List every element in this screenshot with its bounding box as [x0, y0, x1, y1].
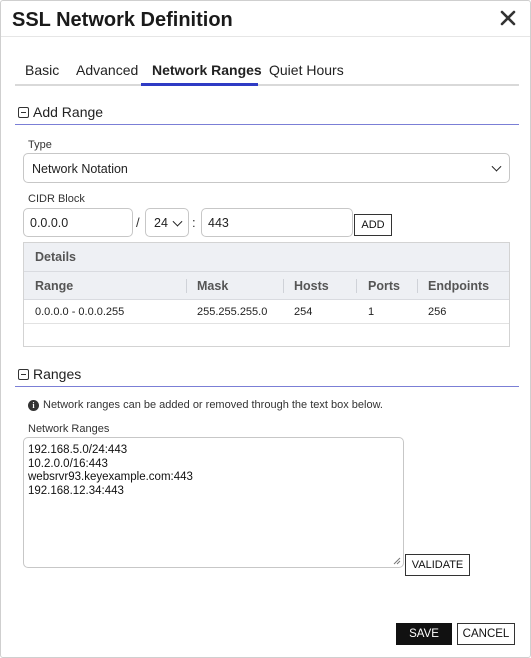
- cell-ports: 1: [368, 306, 375, 318]
- details-table: Details Range Mask Hosts Ports Endpoints…: [23, 242, 510, 347]
- close-button[interactable]: [500, 7, 520, 29]
- tab-quiet-hours[interactable]: Quiet Hours: [269, 62, 344, 78]
- table-row: 0.0.0.0 - 0.0.0.255 255.255.255.0 254 1 …: [24, 300, 509, 324]
- close-icon: [500, 10, 516, 26]
- collapse-icon[interactable]: [18, 107, 29, 118]
- range-line: 192.168.5.0/24:443: [28, 444, 128, 456]
- tab-bar: Basic Advanced Network Ranges Quiet Hour…: [15, 56, 519, 86]
- details-header-row: Range Mask Hosts Ports Endpoints: [24, 272, 509, 300]
- type-label: Type: [28, 139, 52, 151]
- save-button[interactable]: SAVE: [396, 623, 452, 645]
- column-divider: [356, 279, 357, 293]
- validate-button[interactable]: VALIDATE: [405, 554, 470, 576]
- resize-grip-icon[interactable]: [393, 557, 401, 565]
- chevron-down-icon: [172, 216, 183, 227]
- collapse-icon[interactable]: [18, 369, 29, 380]
- range-line: 10.2.0.0/16:443: [28, 457, 108, 470]
- column-header-ports[interactable]: Ports: [368, 279, 400, 293]
- network-ranges-label: Network Ranges: [28, 423, 110, 435]
- cell-endpoints: 256: [428, 306, 447, 318]
- type-select[interactable]: Network Notation: [23, 153, 510, 183]
- column-header-range[interactable]: Range: [35, 279, 73, 293]
- type-select-value: Network Notation: [32, 162, 128, 176]
- network-ranges-textarea[interactable]: 192.168.5.0/24:443 10.2.0.0/16:443 websr…: [23, 437, 404, 568]
- ip-address-value: 0.0.0.0: [30, 216, 69, 230]
- column-header-hosts[interactable]: Hosts: [294, 279, 329, 293]
- cell-mask: 255.255.255.0: [197, 306, 268, 318]
- add-range-section-header[interactable]: Add Range: [15, 103, 519, 125]
- ip-address-input[interactable]: 0.0.0.0: [23, 208, 133, 237]
- cancel-button[interactable]: CANCEL: [457, 623, 515, 645]
- column-divider: [186, 279, 187, 293]
- column-divider: [417, 279, 418, 293]
- colon-separator: :: [192, 215, 196, 230]
- ranges-heading: Ranges: [33, 366, 82, 382]
- chevron-down-icon: [491, 161, 502, 172]
- add-range-heading: Add Range: [33, 104, 104, 120]
- ssl-network-definition-dialog: SSL Network Definition Basic Advanced Ne…: [0, 0, 531, 658]
- active-tab-indicator: [141, 83, 258, 86]
- prefix-select-value: 24: [154, 216, 168, 230]
- tab-network-ranges[interactable]: Network Ranges: [152, 62, 262, 78]
- cidr-block-label: CIDR Block: [28, 193, 85, 205]
- cell-range: 0.0.0.0 - 0.0.0.255: [35, 306, 125, 318]
- column-header-mask[interactable]: Mask: [197, 279, 228, 293]
- range-line: 192.168.12.34:443: [28, 484, 124, 497]
- port-input[interactable]: 443: [201, 208, 353, 237]
- cell-hosts: 254: [294, 306, 313, 318]
- details-caption: Details: [24, 243, 509, 272]
- title-divider: [1, 36, 530, 37]
- add-button[interactable]: ADD: [354, 214, 392, 236]
- column-header-endpoints[interactable]: Endpoints: [428, 279, 489, 293]
- ranges-section-header[interactable]: Ranges: [15, 365, 519, 387]
- column-divider: [283, 279, 284, 293]
- dialog-title: SSL Network Definition: [12, 9, 233, 31]
- port-value: 443: [208, 216, 229, 230]
- tab-basic[interactable]: Basic: [25, 62, 59, 78]
- range-line: websrvr93.keyexample.com:443: [28, 471, 193, 484]
- tab-advanced[interactable]: Advanced: [76, 62, 138, 78]
- info-icon: i: [28, 400, 39, 411]
- prefix-select[interactable]: 24: [145, 208, 189, 237]
- slash-separator: /: [136, 215, 140, 230]
- ranges-info-text: Network ranges can be added or removed t…: [43, 399, 383, 411]
